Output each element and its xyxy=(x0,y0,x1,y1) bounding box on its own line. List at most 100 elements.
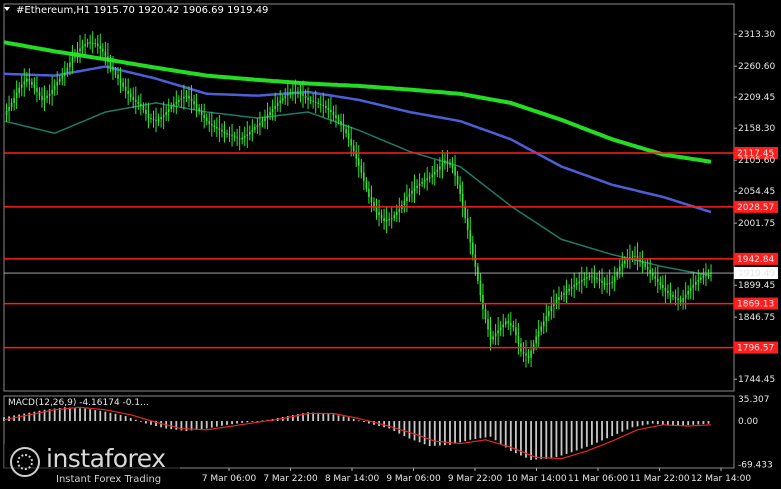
candle-body xyxy=(289,93,292,95)
candle-body xyxy=(236,137,238,139)
candle-body xyxy=(616,271,619,277)
candle-body xyxy=(360,165,363,173)
candle-body xyxy=(596,277,598,279)
candle-body xyxy=(23,81,26,85)
candle-body xyxy=(137,101,140,104)
candle-body xyxy=(580,280,583,282)
macd-bar xyxy=(99,410,102,422)
candle-body xyxy=(388,219,390,221)
candle-body xyxy=(634,255,636,257)
candle-body xyxy=(568,288,570,291)
candle-body xyxy=(515,327,517,336)
candle-body xyxy=(76,51,79,55)
candle-body xyxy=(208,121,211,125)
macd-bar xyxy=(23,413,26,422)
candle-body xyxy=(436,169,439,173)
candle-body xyxy=(330,109,332,113)
candle-body xyxy=(218,128,221,131)
candle-body xyxy=(474,254,477,267)
candle-body xyxy=(563,292,565,295)
candle-body xyxy=(216,126,218,129)
macd-bar xyxy=(200,421,203,430)
macd-label: MACD(12,26,9) -4.16174 -0.1... xyxy=(8,398,149,408)
candle-body xyxy=(84,44,86,47)
candle-body xyxy=(314,101,317,103)
candle-body xyxy=(132,96,135,100)
candle-body xyxy=(205,118,208,122)
candle-body xyxy=(228,134,231,136)
macd-bar xyxy=(469,421,472,440)
candle-body xyxy=(56,81,59,86)
macd-bar xyxy=(109,412,112,422)
candle-body xyxy=(302,93,304,96)
candle-body xyxy=(517,335,520,344)
macd-bar xyxy=(454,421,456,444)
candle-body xyxy=(41,95,43,100)
candle-body xyxy=(431,174,434,177)
candle-body xyxy=(94,43,97,45)
candle-body xyxy=(157,119,160,122)
macd-bar xyxy=(18,414,21,422)
x-tick-label: 9 Mar 06:00 xyxy=(386,474,441,484)
candle-body xyxy=(416,185,418,188)
candle-body xyxy=(147,114,150,119)
candle-body xyxy=(461,193,464,207)
candle-body xyxy=(649,269,651,273)
macd-bar xyxy=(347,417,350,422)
candle-body xyxy=(150,118,152,120)
candle-body xyxy=(512,325,515,328)
candle-body xyxy=(494,333,497,337)
macd-bar xyxy=(590,421,593,445)
candle-body xyxy=(221,130,223,132)
candle-body xyxy=(66,67,69,73)
candle-body xyxy=(64,72,66,76)
candle-body xyxy=(368,188,370,197)
macd-bar xyxy=(636,421,639,427)
y-tick-label: 2209.45 xyxy=(738,93,775,103)
macd-bar xyxy=(398,421,401,434)
candle-body xyxy=(28,78,31,82)
candle-body xyxy=(621,263,624,267)
macd-bar xyxy=(352,418,355,422)
candle-body xyxy=(459,184,461,194)
candle-body xyxy=(322,104,325,106)
candle-body xyxy=(385,220,388,222)
x-tick-label: 7 Mar 06:00 xyxy=(202,474,257,484)
candle-body xyxy=(203,115,205,119)
candle-body xyxy=(309,99,312,101)
candle-body xyxy=(421,181,423,184)
macd-bar xyxy=(707,421,710,424)
candle-body xyxy=(654,275,657,279)
candle-body xyxy=(350,139,352,146)
candle-body xyxy=(363,172,365,181)
chart-canvas: 2117.452028.571942.841869.131796.57 MACD… xyxy=(0,0,781,489)
macd-bar xyxy=(580,421,583,449)
macd-bar xyxy=(388,421,391,429)
candle-body xyxy=(342,125,345,130)
candle-body xyxy=(593,276,596,278)
watermark-tagline: Instant Forex Trading xyxy=(56,474,162,485)
candle-body xyxy=(347,133,350,140)
macd-bar xyxy=(114,413,117,422)
macd-bar xyxy=(631,421,634,428)
macd-bar xyxy=(185,421,188,432)
candle-body xyxy=(464,206,466,219)
macd-bar xyxy=(641,421,644,426)
macd-bar xyxy=(545,421,548,459)
candle-body xyxy=(89,42,91,44)
macd-bar xyxy=(555,421,558,458)
candle-body xyxy=(454,166,456,176)
candle-body xyxy=(294,91,297,93)
candle-body xyxy=(586,277,588,279)
candle-body xyxy=(18,87,21,93)
candle-body xyxy=(702,275,705,278)
x-tick-label: 11 Mar 06:00 xyxy=(568,474,628,484)
macd-bar xyxy=(479,421,482,439)
candle-body xyxy=(608,282,611,284)
candle-body xyxy=(86,42,89,45)
macd-bar xyxy=(697,421,700,425)
candle-body xyxy=(254,127,256,130)
candle-body xyxy=(705,274,707,276)
macd-bar xyxy=(342,416,345,422)
candle-body xyxy=(601,280,603,283)
